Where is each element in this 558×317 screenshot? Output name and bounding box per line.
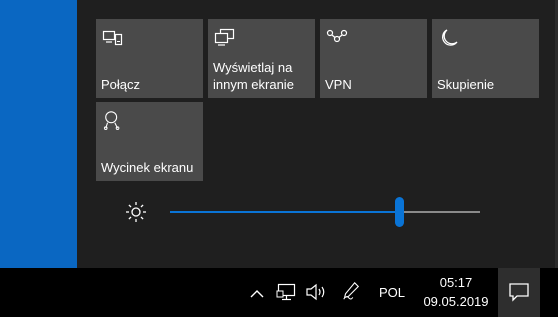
chevron-up-icon[interactable] <box>249 284 265 304</box>
volume-icon[interactable] <box>305 282 329 302</box>
tile-focus-label: Skupienie <box>437 77 495 92</box>
screen-snip-icon <box>103 111 120 130</box>
project-icon <box>214 28 235 46</box>
vpn-icon <box>326 29 348 43</box>
brightness-slider-track[interactable] <box>170 197 480 227</box>
clock-date: 09.05.2019 <box>423 294 489 309</box>
brightness-sun-icon <box>126 202 146 222</box>
desktop-background <box>0 0 77 268</box>
tile-connect-label: Połącz <box>101 77 141 92</box>
action-center-button[interactable] <box>498 268 540 317</box>
tile-vpn[interactable]: VPN <box>320 19 427 98</box>
notifications-icon <box>509 283 529 302</box>
moon-icon <box>442 29 458 46</box>
brightness-slider-fill <box>170 211 399 213</box>
network-icon[interactable] <box>276 282 298 302</box>
tile-project-label: Wyświetlaj na innym ekranie <box>213 60 294 92</box>
clock-time: 05:17 <box>439 275 473 290</box>
tile-focus[interactable]: Skupienie <box>432 19 539 98</box>
tile-connect[interactable]: Połącz <box>96 19 203 98</box>
clock[interactable]: 05:17 09.05.2019 <box>418 273 494 311</box>
tile-vpn-label: VPN <box>325 77 352 92</box>
connect-icon <box>102 30 123 46</box>
tile-screen-snip[interactable]: Wycinek ekranu <box>96 102 203 181</box>
taskbar: POL 05:17 09.05.2019 <box>0 268 558 317</box>
input-language[interactable]: POL <box>379 285 405 300</box>
tile-screen-snip-label: Wycinek ekranu <box>101 160 194 175</box>
brightness-slider-thumb[interactable] <box>395 197 404 227</box>
tile-project[interactable]: Wyświetlaj na innym ekranie <box>208 19 315 98</box>
brightness-control <box>123 195 483 229</box>
pen-icon[interactable] <box>340 281 362 301</box>
